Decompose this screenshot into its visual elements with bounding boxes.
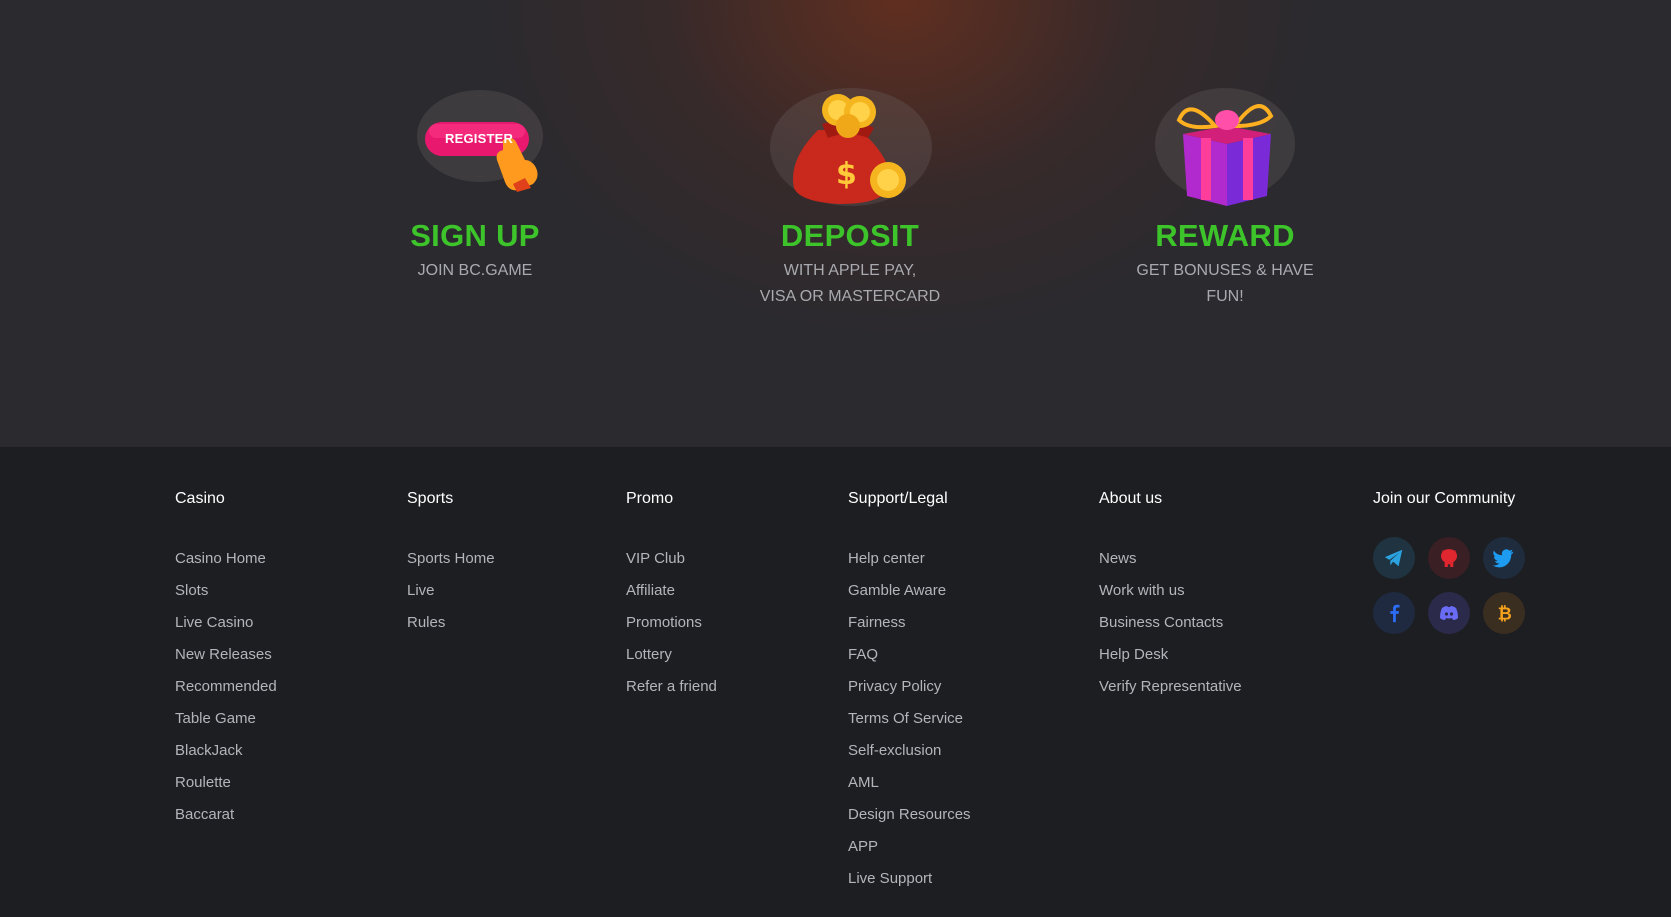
footer-link[interactable]: New Releases [175,645,277,677]
footer-link[interactable]: FAQ [848,645,971,677]
footer-column-title: Promo [626,490,674,507]
footer-link[interactable]: Sports Home [407,549,495,581]
step-subtitle: WITH APPLE PAY, VISA OR MASTERCARD [759,262,941,305]
footer-link[interactable]: Baccarat [175,805,277,837]
footer-column-promo: Promo VIP Club Affiliate Promotions Lott… [626,489,717,725]
step-subtitle: GET BONUSES & HAVE FUN! [1136,262,1314,305]
step-reward: REWARD GET BONUSES & HAVE FUN! [1095,80,1355,310]
footer-link[interactable]: BlackJack [175,741,277,773]
footer-column-title: Casino [175,490,225,507]
step-title: DEPOSIT [780,218,920,253]
telegram-icon[interactable] [1373,537,1415,579]
footer-link[interactable]: VIP Club [626,549,717,581]
footer-link[interactable]: Help center [848,549,971,581]
footer-column-sports: Sports Sports Home Live Rules [407,489,495,661]
gift-box-icon [1135,80,1315,210]
footer-link[interactable]: Design Resources [848,805,971,837]
discord-icon[interactable] [1428,592,1470,634]
footer-link[interactable]: AML [848,773,971,805]
money-bag-icon: $ [760,80,940,210]
footer-link[interactable]: Help Desk [1099,645,1242,677]
footer-link[interactable]: Terms Of Service [848,709,971,741]
register-label: REGISTER [445,131,514,146]
footer-column-about: About us News Work with us Business Cont… [1099,489,1242,725]
footer-column-title: Sports [407,490,454,507]
footer-link[interactable]: Verify Representative [1099,677,1242,709]
footer-link[interactable]: Table Game [175,709,277,741]
footer-column-title: Join our Community [1373,490,1516,507]
footer-link[interactable]: Self-exclusion [848,741,971,773]
footer-link[interactable]: News [1099,549,1242,581]
footer-link[interactable]: Lottery [626,645,717,677]
bitcoin-icon[interactable]: ₿ [1483,592,1525,634]
facebook-icon[interactable] [1373,592,1415,634]
github-icon[interactable] [1428,537,1470,579]
footer-column-community: Join our Community [1373,489,1515,513]
footer-link[interactable]: Live [407,581,495,613]
footer-link[interactable]: Refer a friend [626,677,717,709]
footer-link[interactable]: APP [848,837,971,869]
twitter-icon[interactable] [1483,537,1525,579]
footer-link[interactable]: Gamble Aware [848,581,971,613]
footer-link[interactable]: Promotions [626,613,717,645]
how-it-works-hero: REGISTER SIGN UP JOIN BC.GAME $ DEPOSIT … [0,0,1671,447]
footer-column-title: Support/Legal [848,490,948,507]
step-subtitle: JOIN BC.GAME [417,262,533,279]
svg-text:$: $ [836,157,857,192]
step-title: REWARD [1155,218,1295,253]
footer-column-support: Support/Legal Help center Gamble Aware F… [848,489,971,917]
step-title: SIGN UP [410,218,540,253]
footer-link[interactable]: Roulette [175,773,277,805]
footer-link[interactable]: Live Casino [175,613,277,645]
footer-link[interactable]: Casino Home [175,549,277,581]
step-deposit: $ DEPOSIT WITH APPLE PAY, VISA OR MASTER… [720,80,980,310]
footer-link[interactable]: Fairness [848,613,971,645]
footer-link[interactable]: Slots [175,581,277,613]
svg-text:₿: ₿ [1498,604,1512,624]
register-hand-icon: REGISTER [385,80,565,210]
footer-column-casino: Casino Casino Home Slots Live Casino New… [175,489,277,853]
footer-column-title: About us [1099,490,1163,507]
step-sign-up: REGISTER SIGN UP JOIN BC.GAME [345,80,605,284]
footer-link[interactable]: Privacy Policy [848,677,971,709]
footer-link[interactable]: Work with us [1099,581,1242,613]
footer-link[interactable]: Recommended [175,677,277,709]
footer-link[interactable]: Business Contacts [1099,613,1242,645]
footer-link[interactable]: Rules [407,613,495,645]
footer-link[interactable]: Live Support [848,869,971,901]
footer-link[interactable]: Affiliate [626,581,717,613]
